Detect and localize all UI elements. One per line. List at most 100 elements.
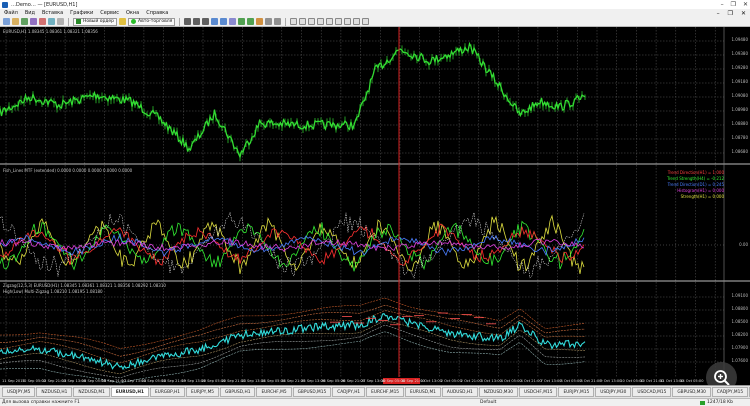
price-scale-label: 1.09180 (731, 79, 748, 84)
tab-chart[interactable]: EURUSD,H1 (110, 387, 149, 397)
menu-help[interactable]: Справка (146, 10, 168, 16)
tab-chart[interactable]: GBPUSD,M30 (672, 387, 711, 397)
legend-entry: Trend Direction(H1) = 1.000 (667, 170, 724, 175)
tab-chart[interactable]: EURJPY,M15 (558, 387, 595, 397)
tab-chart[interactable]: GBPUSD,H1 (220, 387, 256, 397)
vertical-line-tool-icon[interactable] (308, 18, 316, 25)
tile-windows-icon[interactable] (229, 18, 237, 25)
time-axis-label: 2 Oct 05:00 (440, 379, 462, 383)
time-axis-label: 4 Oct 05:00 (500, 379, 522, 383)
tab-chart[interactable]: USDCAD,M15 (632, 387, 672, 397)
metaeditor-icon[interactable] (119, 18, 127, 25)
price-scale-label: 1.08880 (731, 121, 748, 126)
arrows-tool-icon[interactable] (362, 18, 370, 25)
tab-chart[interactable]: EURGBP,H1 (149, 387, 185, 397)
chart-tabs: USDJPY,M5 NZDUSD,H1 NZDUSD,M1 EURUSD,H1 EURG… (0, 385, 750, 398)
new-order-icon (76, 19, 81, 24)
new-chart-icon[interactable] (3, 18, 10, 25)
child-close-button[interactable]: ✕ (741, 10, 746, 17)
time-axis-label: 7 Oct 13:00 (540, 379, 562, 383)
autotrading-button[interactable]: Авто-торговля (128, 17, 176, 26)
tab-chart[interactable]: USDJPY,M5 (2, 387, 36, 397)
autotrading-label: Авто-торговля (138, 19, 173, 24)
zoom-out-tool-icon[interactable] (220, 18, 228, 25)
tab-chart[interactable]: NZDUSD,M30 (478, 387, 518, 397)
navigator-icon[interactable] (39, 18, 46, 25)
bands-scale-label: 1.07900 (731, 345, 748, 350)
price-scale-label: 1.09280 (731, 65, 748, 70)
oscillator-series (0, 211, 585, 279)
data-window-icon[interactable] (30, 18, 37, 25)
tab-chart[interactable]: USDJPY,M30 (595, 387, 632, 397)
price-scale-label: 1.08980 (731, 107, 748, 112)
fibonacci-tool-icon[interactable] (344, 18, 352, 25)
envelope-line (0, 305, 586, 357)
chart-area[interactable]: EURUSD,H1 1.08345 1.08361 1.08321 1.0835… (0, 27, 750, 385)
periods-icon[interactable] (265, 18, 273, 25)
new-order-button[interactable]: Новый ордер (73, 17, 118, 26)
terminal-icon[interactable] (48, 18, 55, 25)
tab-chart[interactable]: CADJPY,M15 (711, 387, 749, 397)
trendline-tool-icon[interactable] (326, 18, 334, 25)
tab-chart[interactable]: NZDUSD,M1 (73, 387, 110, 397)
zoom-in-tool-icon[interactable] (211, 18, 219, 25)
tab-chart[interactable]: USDCHF,M15 (519, 387, 558, 397)
child-restore-button[interactable]: ❐ (728, 10, 733, 17)
menu-insert[interactable]: Вставка (42, 10, 63, 16)
minimize-button[interactable]: – (721, 1, 724, 8)
price-line (0, 41, 586, 160)
envelope-line (0, 297, 586, 349)
menu-charts[interactable]: Графики (70, 10, 93, 16)
bands-scale-label: 1.08500 (731, 319, 748, 324)
oscillator-line (0, 211, 585, 279)
menu-tools[interactable]: Сервис (100, 10, 119, 16)
close-button[interactable]: ✕ (743, 1, 748, 8)
tab-chart[interactable]: NZDUSD,H1 (36, 387, 73, 397)
text-tool-icon[interactable] (353, 18, 361, 25)
channel-tool-icon[interactable] (335, 18, 343, 25)
maximize-button[interactable]: ❐ (731, 1, 736, 8)
tab-chart[interactable]: AUDUSD,H1 (441, 387, 478, 397)
new-order-label: Новый ордер (83, 19, 115, 24)
market-watch-icon[interactable] (21, 18, 28, 25)
tab-chart[interactable]: EURCHF,M5 (256, 387, 292, 397)
legend-entry: Histogram(H1) = 0.000 (677, 188, 724, 193)
bands-scale-label: 1.08200 (731, 332, 748, 337)
chart-shift-icon[interactable] (247, 18, 255, 25)
toolbar-separator (68, 17, 69, 26)
tab-chart[interactable]: EURUSD,M1 (405, 387, 441, 397)
profiles-icon[interactable] (12, 18, 19, 25)
price-scale-label: 1.09080 (731, 93, 748, 98)
oscillator-scale-label: 0.00 (739, 242, 748, 247)
terminal-window: …Demo… — [EURUSD,H1] – ❐ ✕ Файл Вид Вста… (0, 0, 750, 406)
bar-chart-icon[interactable] (184, 18, 192, 25)
tab-chart[interactable]: CADJPY,H1 (332, 387, 366, 397)
tab-chart[interactable]: EURCHF,M15 (366, 387, 405, 397)
status-traffic: 1247/18 Kb (700, 400, 733, 405)
autoscroll-icon[interactable] (238, 18, 246, 25)
price-scale-label: 1.08680 (731, 149, 748, 154)
bands-scale-label: 1.09100 (731, 293, 748, 298)
time-axis-label: 14 Oct 05:00 (680, 379, 704, 383)
indicators-icon[interactable] (256, 18, 264, 25)
tab-chart[interactable]: GBPUSD,M15 (292, 387, 332, 397)
crosshair-tool-icon[interactable] (299, 18, 307, 25)
tester-icon[interactable] (57, 18, 64, 25)
line-chart-icon[interactable] (202, 18, 210, 25)
menu-file[interactable]: Файл (4, 10, 18, 16)
child-minimize-button[interactable]: – (717, 10, 720, 17)
templates-icon[interactable] (274, 18, 282, 25)
bands-panel-label-2: High(Low) Multi-Zigzag 1.08210 1.08195 1… (3, 289, 103, 294)
time-axis-label: 2 Oct 21:00 (460, 379, 482, 383)
candlestick-icon[interactable] (193, 18, 201, 25)
menu-view[interactable]: Вид (25, 10, 35, 16)
menu-window[interactable]: Окна (126, 10, 139, 16)
envelope-line (0, 320, 586, 375)
cursor-tool-icon[interactable] (290, 18, 298, 25)
horizontal-line-tool-icon[interactable] (317, 18, 325, 25)
tab-chart[interactable]: EURJPY,M5 (186, 387, 220, 397)
time-axis-label: 1 Oct 13:00 (420, 379, 442, 383)
bands-scale-label: 1.08800 (731, 306, 748, 311)
chart-canvas[interactable] (0, 27, 750, 385)
toolbar-separator (285, 17, 287, 26)
